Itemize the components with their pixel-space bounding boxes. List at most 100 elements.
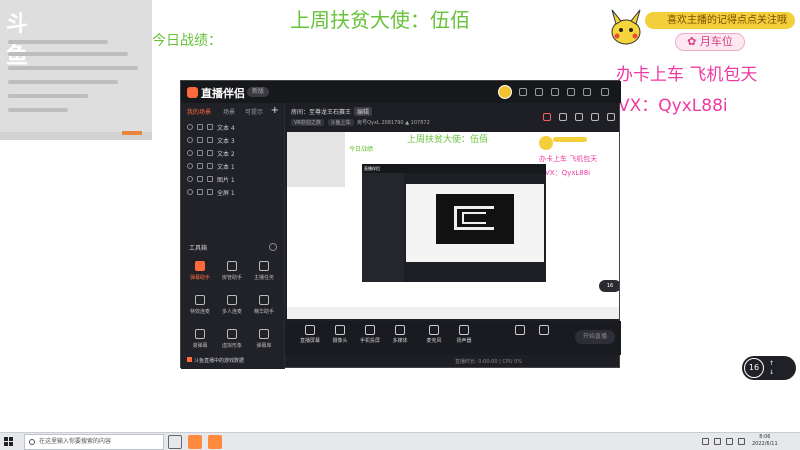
today-record: 今日战绩： [152,33,222,49]
lock-icon [197,150,203,156]
settings-button[interactable] [529,325,559,337]
tab-scenes[interactable]: 场景 [223,107,235,116]
maximize-icon[interactable] [583,88,591,96]
lock-icon [197,124,203,130]
tool-scroll-danmu[interactable]: 滚弹幕 [185,329,215,357]
layer-item[interactable]: 文本 2 [185,147,281,159]
chat-line [8,52,128,56]
media-button[interactable]: 多媒体 [385,325,415,344]
volume-icon[interactable] [726,438,733,445]
phone-icon [365,325,375,335]
eye-icon [187,189,193,195]
app-taskbar-icon[interactable] [188,435,202,449]
bell-icon[interactable] [591,113,599,121]
layer-item[interactable]: 图片 1 [185,173,281,185]
layer-item[interactable]: 文本 3 [185,134,281,146]
tab-my-scenes[interactable]: 我的场景 [187,107,211,116]
search-icon [29,439,35,445]
chat-line [8,80,118,84]
hot-icon: ▲ [405,120,410,126]
speaker-button[interactable]: 扬声器 [449,325,479,344]
douyu-logo: 斗鱼 [6,12,29,69]
add-scene-button[interactable]: + [271,105,279,116]
lock-icon[interactable] [559,113,567,121]
screen-capture-button[interactable]: 直播屏幕 [295,325,325,344]
chat-line [8,108,68,112]
share-icon[interactable] [607,113,615,121]
nested-sidebar [362,173,404,282]
network-icon[interactable] [714,438,721,445]
eye-icon [187,124,193,130]
room-info-bar: 房间：至尊龙王石赛王 编辑 VR欢迎之旅 斗鱼上车 房号QyxL 2081790 … [287,105,617,133]
counter-arrows: ↑ ↓ [769,360,775,376]
preview-week-title: 上周扶贫大使：伍佰 [407,135,489,145]
eye-icon [187,137,193,143]
close-icon[interactable] [601,88,609,96]
layer-item[interactable]: 文本 4 [185,121,281,133]
tool-effect-link[interactable]: 特效连麦 [185,295,215,323]
phone-cast-button[interactable]: 手机投屏 [355,325,385,344]
play-icon [395,325,405,335]
chat-line [8,40,108,44]
version-badge[interactable]: 新版 [247,87,269,97]
avatar[interactable] [498,85,512,99]
layer-item[interactable]: 文本 1 [185,160,281,172]
chat-line [8,66,138,70]
task-view-icon[interactable] [168,435,182,449]
layout-icon[interactable] [575,113,583,121]
preview-today: 今日战绩 [349,146,374,153]
tool-highlight[interactable]: 精华助手 [249,295,279,323]
settings-icon[interactable] [551,88,559,96]
multi-user-icon [227,295,237,305]
edit-room-button[interactable]: 编辑 [354,107,373,116]
toolbox-title: 工具箱 [189,245,208,252]
room-title[interactable]: 至尊龙王石赛王 [309,109,351,116]
tool-room-admin[interactable]: 房管助手 [217,261,247,289]
gear-icon [539,325,549,335]
preview-badge: 16 [599,280,619,292]
warning-icon [187,357,192,362]
clock[interactable]: 8:06 2022/6/11 [752,434,778,448]
sidebar-footer[interactable]: 斗鱼直播中的游戏数据 [187,357,244,364]
tool-avatar[interactable]: 虚拟形象 [217,329,247,357]
chat-line [8,94,88,98]
windows-start-icon[interactable] [4,437,14,447]
preview-canvas[interactable]: 上周扶贫大使：伍佰 今日战绩 办卡上车 飞机包天 VX：QyxL88i 直播伴侣… [287,132,619,319]
danmu-icon [195,261,205,271]
microphone-button[interactable]: 麦克风 [419,325,449,344]
start-live-button[interactable]: 开始直播 [575,330,615,344]
tool-danmu-helper[interactable]: 弹幕助手 [185,261,215,289]
highlight-icon [259,295,269,305]
tool-danmu-library[interactable]: 弹幕库 [249,329,279,357]
minimize-icon[interactable] [567,88,575,96]
text-icon [207,163,213,169]
tool-multi-link[interactable]: 多人连麦 [217,295,247,323]
hot-count: 107872 [410,120,430,126]
eye-icon [187,176,193,182]
vx-text: VX：QyxL88i [618,96,728,116]
preview-pikachu-icon [539,136,553,150]
floating-counter[interactable]: 16 ↑ ↓ [742,356,796,380]
lock-icon [197,163,203,169]
nested-titlebar: 直播伴侣 [362,164,546,173]
notification-icon[interactable] [543,113,551,121]
more-icon[interactable] [269,243,277,251]
tray-icon[interactable] [702,438,709,445]
monthly-label: 月车位 [699,35,733,48]
ime-icon[interactable] [738,438,745,445]
camera-button[interactable]: 摄像头 [325,325,355,344]
room-tag[interactable]: VR欢迎之旅 [291,119,324,126]
tool-task[interactable]: 主播任务 [249,261,279,289]
room-tag[interactable]: 斗鱼上车 [327,119,354,126]
fans-count: 2081790 [381,120,404,126]
card-board-text: 办卡上车 飞机包天 [616,65,758,85]
taskbar-search-input[interactable]: 在这里输入你要搜索的内容 [24,434,164,450]
tab-hints[interactable]: 可提示 [245,107,263,116]
layer-item[interactable]: 全屏 1 [185,186,281,198]
app-taskbar-icon[interactable] [208,435,222,449]
sidebar: 我的场景 场景 可提示 + 文本 4 文本 3 文本 2 文本 1 图片 1 全… [181,103,285,369]
text-icon [207,124,213,130]
menu-icon[interactable] [519,88,527,96]
chat-icon[interactable] [535,88,543,96]
room-meta: VR欢迎之旅 斗鱼上车 房号QyxL 2081790 ▲ 107872 [291,119,430,126]
